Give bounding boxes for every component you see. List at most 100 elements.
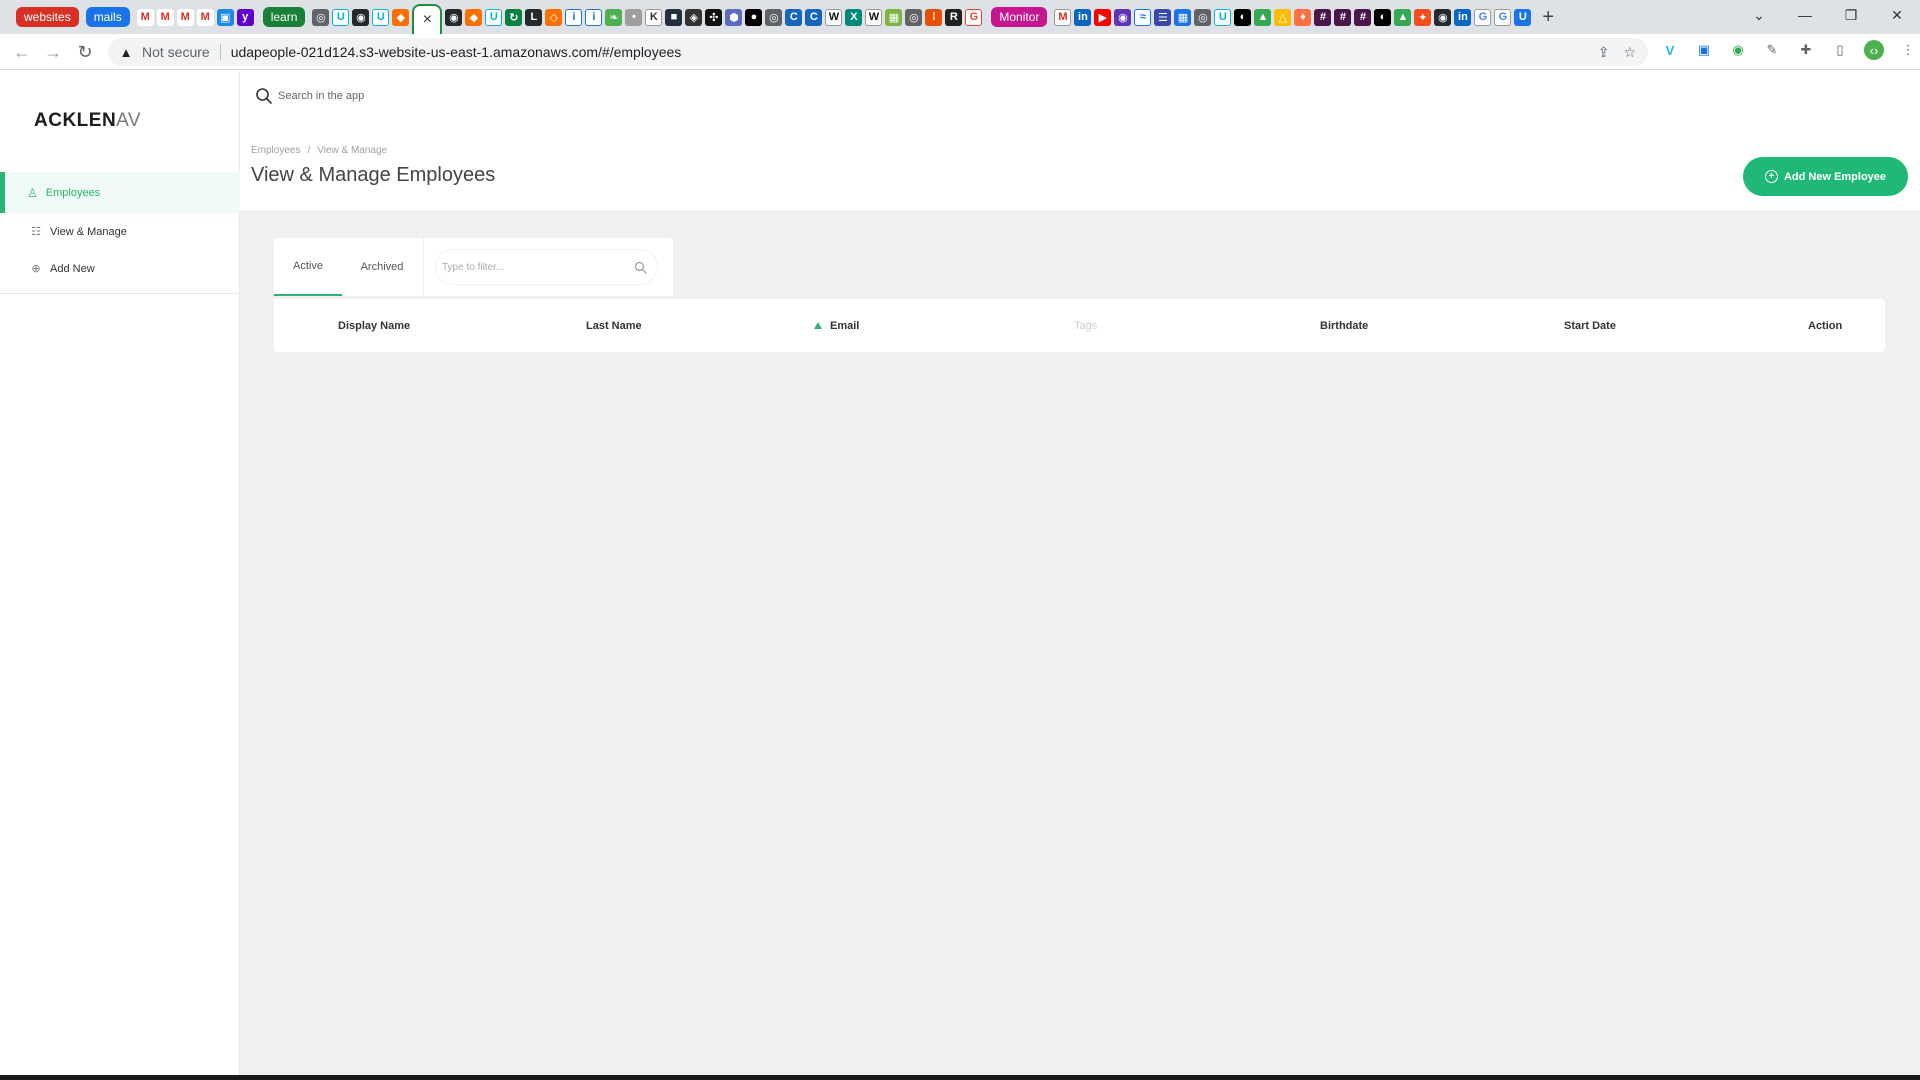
url-text[interactable]: udapeople-021d124.s3-website-us-east-1.a…	[231, 44, 682, 60]
gmail-tab-icon[interactable]: M	[136, 8, 154, 26]
sidebar-item-employees[interactable]: ♙ Employees	[0, 172, 240, 213]
drive-tab-icon[interactable]: △	[1274, 8, 1292, 26]
site-tab-icon[interactable]: C	[805, 8, 823, 26]
logo[interactable]: ACKLENAV	[34, 110, 141, 132]
site-tab-icon[interactable]: X	[845, 8, 863, 26]
reload-icon[interactable]: ↻	[73, 40, 97, 64]
tab-search-chevron-icon[interactable]: ⌄	[1736, 0, 1782, 30]
medium-tab-icon[interactable]: ●	[745, 8, 763, 26]
column-header-start-date[interactable]: Start Date	[1564, 299, 1616, 352]
tab-group-websites[interactable]: websites	[16, 7, 79, 27]
aws-tab-icon[interactable]: ◆	[392, 8, 410, 26]
site-tab-icon[interactable]: ◈	[685, 8, 703, 26]
github-tab-icon[interactable]: ◉	[1434, 8, 1452, 26]
refresh-site-tab-icon[interactable]: ↻	[505, 8, 523, 26]
eyedropper-icon[interactable]: ✎	[1762, 40, 1782, 60]
column-header-birthdate[interactable]: Birthdate	[1320, 299, 1368, 352]
extension-icon[interactable]: ◉	[1728, 40, 1748, 60]
filter-input[interactable]	[436, 250, 626, 284]
site-tab-icon[interactable]: ◐	[1374, 8, 1392, 26]
mail-tab-icon[interactable]: ▣	[216, 8, 234, 26]
warning-icon[interactable]: ▲	[118, 44, 134, 60]
breadcrumb-item-employees[interactable]: Employees	[251, 145, 300, 156]
new-tab-button[interactable]: +	[1542, 7, 1554, 27]
site-tab-icon[interactable]: ▲	[1394, 8, 1412, 26]
aws-tab-icon[interactable]: ◆	[465, 8, 483, 26]
tab-active[interactable]: Active	[274, 238, 342, 296]
site-tab-icon[interactable]: ♦	[1294, 8, 1312, 26]
tab-group-monitor[interactable]: Monitor	[991, 7, 1048, 27]
linkedin-tab-icon[interactable]: in	[1074, 8, 1092, 26]
share-icon[interactable]: ⇪	[1598, 44, 1610, 61]
site-tab-icon[interactable]: L	[525, 8, 543, 26]
tab-archived[interactable]: Archived	[342, 238, 422, 296]
sidebar-item-view-manage[interactable]: ☷ View & Manage	[0, 213, 240, 250]
site-tab-icon[interactable]: ◎	[1194, 8, 1212, 26]
site-tab-icon[interactable]: ◎	[312, 8, 330, 26]
site-tab-icon[interactable]: ▲	[1254, 8, 1272, 26]
bookmark-star-icon[interactable]: ☆	[1623, 44, 1636, 61]
calendar-tab-icon[interactable]: ▦	[1174, 8, 1192, 26]
active-tab-close-icon[interactable]: ×	[412, 4, 443, 34]
gmail-tab-icon[interactable]: M	[156, 8, 174, 26]
info-tab-icon[interactable]: i	[585, 8, 603, 26]
udacity-tab-icon[interactable]: U	[332, 8, 350, 26]
site-tab-icon[interactable]: C	[785, 8, 803, 26]
site-tab-icon[interactable]: ◐	[1234, 8, 1252, 26]
back-arrow-icon[interactable]: ←	[10, 40, 34, 64]
tab-group-mails[interactable]: mails	[85, 7, 130, 27]
github-tab-icon[interactable]: ◉	[445, 8, 463, 26]
udacity-tab-icon[interactable]: U	[372, 8, 390, 26]
wikipedia-tab-icon[interactable]: W	[825, 8, 843, 26]
google-tab-icon[interactable]: G	[965, 8, 983, 26]
profile-avatar-icon[interactable]: ‹›	[1864, 40, 1884, 60]
filter-search-icon[interactable]	[634, 261, 647, 274]
add-new-employee-button[interactable]: + Add New Employee	[1743, 157, 1908, 196]
gmail-tab-icon[interactable]: M	[176, 8, 194, 26]
site-tab-icon[interactable]: ≈	[1134, 8, 1152, 26]
linkedin-tab-icon[interactable]: in	[1454, 8, 1472, 26]
wikipedia-tab-icon[interactable]: W	[865, 8, 883, 26]
site-tab-icon[interactable]: ✣	[705, 8, 723, 26]
bulb-tab-icon[interactable]: •	[625, 8, 643, 26]
site-tab-icon[interactable]: ⬢	[725, 8, 743, 26]
security-label[interactable]: Not secure	[142, 44, 210, 60]
extension-icon[interactable]: ▣	[1694, 40, 1714, 60]
column-header-display-name[interactable]: Display Name	[338, 299, 410, 352]
github-tab-icon[interactable]: ◉	[352, 8, 370, 26]
udacity-tab-icon[interactable]: U	[1214, 8, 1232, 26]
minimize-button[interactable]: —	[1782, 0, 1828, 30]
column-header-last-name[interactable]: Last Name	[586, 299, 642, 352]
aws-console-tab-icon[interactable]: ■	[665, 8, 683, 26]
site-tab-icon[interactable]: M	[1054, 8, 1072, 26]
info-tab-icon[interactable]: i	[565, 8, 583, 26]
column-header-email[interactable]: Email	[814, 299, 859, 352]
site-tab-icon[interactable]: K	[645, 8, 663, 26]
site-tab-icon[interactable]: ◇	[545, 8, 563, 26]
app-search-input[interactable]	[278, 85, 678, 107]
tab-group-learn[interactable]: learn	[262, 7, 306, 27]
slack-tab-icon[interactable]: #	[1314, 8, 1332, 26]
site-tab-icon[interactable]: U	[1514, 8, 1532, 26]
site-tab-icon[interactable]: ◎	[905, 8, 923, 26]
gmail-tab-icon[interactable]: M	[196, 8, 214, 26]
forward-arrow-icon[interactable]: →	[41, 40, 65, 64]
puzzle-extensions-icon[interactable]: ✚	[1796, 40, 1816, 60]
site-tab-icon[interactable]: ◎	[765, 8, 783, 26]
site-tab-icon[interactable]: ▦	[885, 8, 903, 26]
youtube-tab-icon[interactable]: ▶	[1094, 8, 1112, 26]
site-tab-icon[interactable]: R	[945, 8, 963, 26]
figma-tab-icon[interactable]: ✦	[1414, 8, 1432, 26]
site-tab-icon[interactable]: ☰	[1154, 8, 1172, 26]
side-panel-icon[interactable]: ▯	[1830, 40, 1850, 60]
search-icon[interactable]	[255, 87, 273, 105]
address-bar[interactable]: ▲ Not secure udapeople-021d124.s3-websit…	[108, 38, 1648, 66]
sidebar-item-add-new[interactable]: ⊕ Add New	[0, 250, 240, 287]
udacity-tab-icon[interactable]: U	[485, 8, 503, 26]
podcast-tab-icon[interactable]: ◉	[1114, 8, 1132, 26]
restore-button[interactable]: ❐	[1828, 0, 1874, 30]
slack-tab-icon[interactable]: #	[1354, 8, 1372, 26]
site-tab-icon[interactable]: ⁞	[925, 8, 943, 26]
yahoo-tab-icon[interactable]: y	[236, 8, 254, 26]
leaf-tab-icon[interactable]: ❧	[605, 8, 623, 26]
